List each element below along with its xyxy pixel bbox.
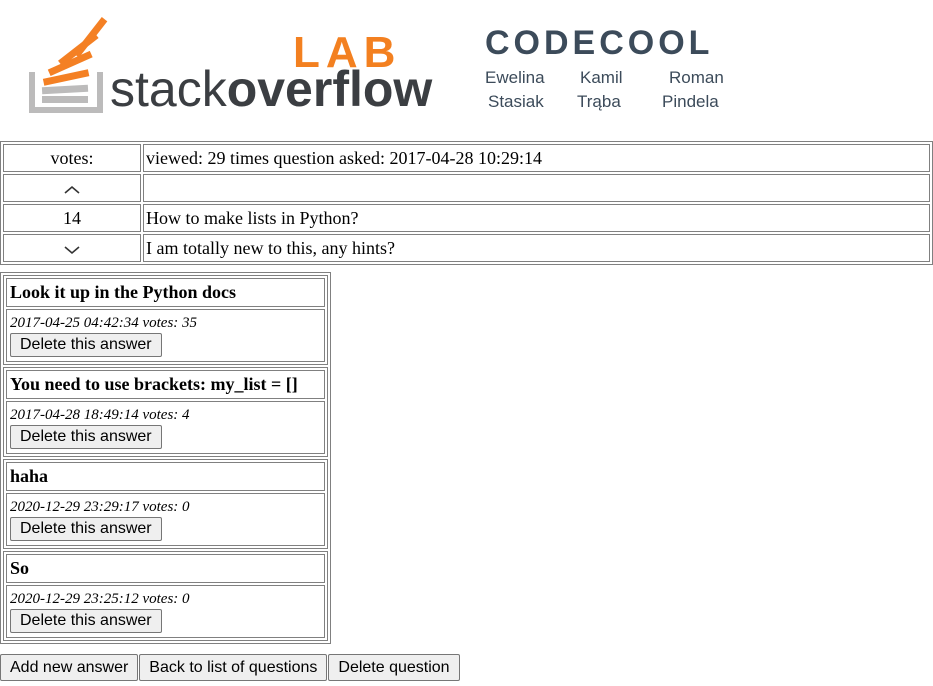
answer-message: Look it up in the Python docs [6, 278, 325, 307]
lab-wordmark: LAB [293, 28, 401, 77]
answer-row: haha 2020-12-29 23:29:17 votes: 0 Delete… [3, 459, 328, 549]
authors: Ewelina Stasiak Kamil Trąba Roman Pindel… [485, 68, 724, 111]
author-2-last: Trąba [577, 92, 621, 111]
question-row-upvote [3, 174, 930, 202]
codecool-wordmark: CODECOOL [485, 24, 713, 62]
add-answer-button[interactable]: Add new answer [0, 654, 139, 681]
answer-meta: 2020-12-29 23:25:12 votes: 0 [10, 591, 190, 607]
answer-meta: 2017-04-25 04:42:34 votes: 35 [10, 315, 198, 331]
answer-message: So [6, 554, 325, 583]
answer-row: So 2020-12-29 23:25:12 votes: 0 Delete t… [3, 551, 328, 641]
answer-meta: 2020-12-29 23:29:17 votes: 0 [10, 499, 190, 515]
upvote-cell[interactable] [3, 174, 141, 202]
question-title: How to make lists in Python? [143, 204, 930, 232]
delete-question-button[interactable]: Delete question [328, 654, 460, 681]
vote-count: 14 [3, 204, 141, 232]
stackoverflow-logo-icon [29, 17, 108, 113]
question-row-header: votes: viewed: 29 times question asked: … [3, 144, 930, 172]
answer-meta: 2017-04-28 18:49:14 votes: 4 [10, 407, 190, 423]
author-2-first: Kamil [580, 68, 623, 87]
author-3-first: Roman [669, 68, 724, 87]
banner-logos: stackoverflow LAB CODECOOL Ewelina Stasi… [29, 17, 724, 117]
empty-cell [143, 174, 930, 202]
delete-answer-button[interactable]: Delete this answer [10, 517, 162, 541]
author-1-last: Stasiak [488, 92, 544, 111]
answer-meta-cell: 2017-04-25 04:42:34 votes: 35 Delete thi… [6, 309, 325, 362]
author-3-last: Pindela [662, 92, 719, 111]
header-banner: stackoverflow LAB CODECOOL Ewelina Stasi… [0, 0, 933, 140]
answer-meta-cell: 2020-12-29 23:29:17 votes: 0 Delete this… [6, 493, 325, 546]
question-message: I am totally new to this, any hints? [143, 234, 930, 262]
answer-meta-cell: 2020-12-29 23:25:12 votes: 0 Delete this… [6, 585, 325, 638]
question-table: votes: viewed: 29 times question asked: … [0, 141, 933, 265]
answer-meta-cell: 2017-04-28 18:49:14 votes: 4 Delete this… [6, 401, 325, 454]
question-info: viewed: 29 times question asked: 2017-04… [143, 144, 930, 172]
answer-message: haha [6, 462, 325, 491]
question-row-title: 14 How to make lists in Python? [3, 204, 930, 232]
author-1-first: Ewelina [485, 68, 545, 87]
votes-label: votes: [3, 144, 141, 172]
action-bar: Add new answer Back to list of questions… [0, 654, 461, 681]
answer-message: You need to use brackets: my_list = [] [6, 370, 325, 399]
delete-answer-button[interactable]: Delete this answer [10, 425, 162, 449]
downvote-cell[interactable] [3, 234, 141, 262]
answer-row: Look it up in the Python docs 2017-04-25… [3, 275, 328, 365]
chevron-up-icon[interactable] [63, 184, 81, 196]
back-to-list-button[interactable]: Back to list of questions [139, 654, 328, 681]
chevron-down-icon[interactable] [63, 244, 81, 256]
answers-table: Look it up in the Python docs 2017-04-25… [0, 272, 331, 644]
delete-answer-button[interactable]: Delete this answer [10, 609, 162, 633]
question-row-message: I am totally new to this, any hints? [3, 234, 930, 262]
delete-answer-button[interactable]: Delete this answer [10, 333, 162, 357]
answer-row: You need to use brackets: my_list = [] 2… [3, 367, 328, 457]
